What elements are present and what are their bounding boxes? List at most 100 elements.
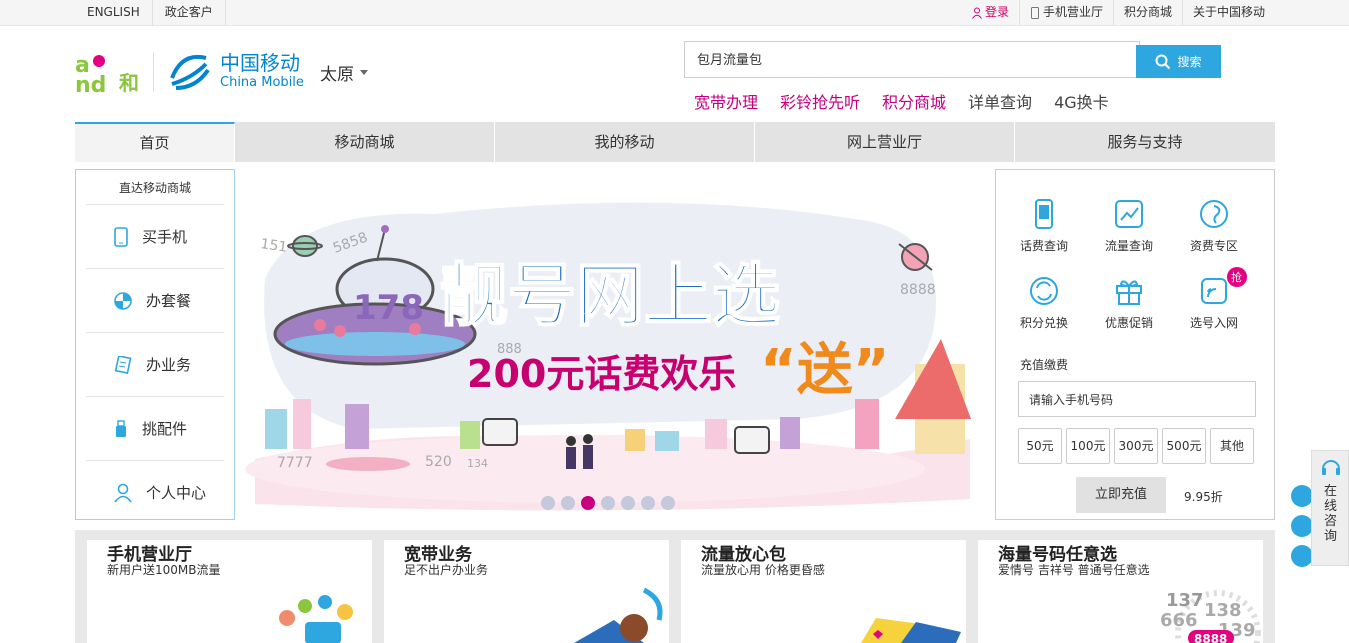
hot-link-bill[interactable]: 详单查询 [968,89,1032,113]
hot-link-points[interactable]: 积分商城 [882,89,946,113]
phone-icon [1030,6,1039,19]
login-link[interactable]: 登录 [962,0,1019,25]
shop-item-phone[interactable]: 买手机 [86,204,224,268]
promo-subtitle: 新用户送100MB流量 [107,563,221,577]
carousel-dot[interactable] [621,496,635,510]
edit-float-icon[interactable] [1291,545,1313,567]
service-data-query[interactable]: 流量查询 [1089,198,1169,254]
nav-service[interactable]: 服务与支持 [1015,122,1275,162]
banner-subline-emphasis: “送” [760,338,890,403]
service-label: 优惠促销 [1104,316,1153,330]
nav-my-mobile[interactable]: 我的移动 [495,122,755,162]
promo-strip: 手机营业厅 新用户送100MB流量 宽带业务 足不出户办业务 流量放心包 流量放… [75,530,1275,643]
shop-item-personal[interactable]: 个人中心 [86,460,224,524]
app-icons-illustration [279,595,353,643]
carousel-dot[interactable] [661,496,675,510]
banner-number: 520 [425,454,452,470]
service-label: 积分兑换 [1019,316,1068,330]
mobile-hall-link[interactable]: 手机营业厅 [1018,0,1113,25]
service-tariff[interactable]: 资费专区 [1174,198,1254,254]
logo-divider [153,52,154,92]
card-float-icon[interactable] [1291,515,1313,537]
hot-link-ringtone[interactable]: 彩铃抢先听 [780,89,860,113]
banner-number: 151 [259,236,288,256]
recharge-now-button[interactable]: 立即充值 [1076,477,1166,513]
hot-link-broadband[interactable]: 宽带办理 [694,89,758,113]
banner-number: 134 [467,457,488,470]
svg-text:抢: 抢 [1231,270,1242,284]
promo-card-broadband[interactable]: 宽带业务 足不出户办业务 [384,540,669,643]
carousel-dots [541,496,675,510]
plan-icon [114,291,132,310]
search-input[interactable]: 包月流量包 [684,41,1140,78]
about-link[interactable]: 关于中国移动 [1181,0,1275,25]
headset-icon [1322,460,1340,475]
service-label: 话费查询 [1019,239,1068,253]
shop-item-accessory[interactable]: 挑配件 [86,396,224,460]
person-icon [114,483,132,502]
phone-number-input[interactable]: 请输入手机号码 [1018,381,1256,417]
carousel-dot[interactable] [561,496,575,510]
hero-banner[interactable]: 178 151 5858 8888 7777 520 134 888 靓号网上选… [235,169,995,520]
service-points[interactable]: 积分兑换 [1004,275,1084,331]
service-promotions[interactable]: 优惠促销 [1089,275,1169,331]
hot-link-4g[interactable]: 4G换卡 [1054,89,1109,113]
points-mall-link[interactable]: 积分商城 [1112,0,1182,25]
and-he-logo[interactable]: a nd 和 [75,50,145,94]
english-link[interactable]: ENGLISH [75,0,153,25]
phone-bill-icon [1035,199,1053,229]
usb-drive-icon [116,419,126,437]
search-button[interactable]: 搜索 [1136,45,1221,78]
carousel-dot[interactable] [641,496,655,510]
city-selector[interactable]: 太原 [320,60,368,85]
banner-illustration: 178 151 5858 8888 7777 520 134 888 靓号网上选… [245,202,971,511]
data-pack-illustration [861,618,961,643]
promo-number: 137 [1166,590,1204,611]
user-icon [972,7,982,19]
search-icon [1155,54,1171,69]
service-label: 资费专区 [1189,239,1238,253]
shop-item-business[interactable]: 办业务 [86,332,224,396]
shop-item-label: 个人中心 [146,484,207,502]
banner-subline: 200元话费欢乐 [467,352,736,396]
nav-home[interactable]: 首页 [75,122,235,162]
nav-mall[interactable]: 移动商城 [235,122,495,162]
promo-card-mobile-hall[interactable]: 手机营业厅 新用户送100MB流量 [87,540,372,643]
exchange-icon [1030,277,1058,305]
shop-item-label: 办业务 [146,356,192,374]
top-utility-bar: ENGLISH 政企客户 登录 手机营业厅 积分商城 关于中国移动 [0,0,1349,26]
carousel-dot[interactable] [541,496,555,510]
shop-item-label: 办套餐 [146,292,192,310]
online-consult-widget[interactable]: 在线咨询 [1311,450,1349,566]
promo-card-data-pack[interactable]: 流量放心包 流量放心用 价格更昏感 [681,540,966,643]
service-balance[interactable]: 话费查询 [1004,198,1084,254]
amount-option-300[interactable]: 300元 [1114,428,1158,464]
promo-number: 8888 [1194,632,1227,643]
shop-item-plan[interactable]: 办套餐 [86,268,224,332]
promo-card-numbers[interactable]: 海量号码任意选 爱情号 吉祥号 普通号任意选 137 138 666 139 8… [978,540,1263,643]
shop-item-label: 买手机 [142,228,188,246]
city-label: 太原 [320,65,354,85]
amount-option-500[interactable]: 500元 [1162,428,1206,464]
carousel-dot-active[interactable] [581,496,595,510]
hot-links: 宽带办理 彩铃抢先听 积分商城 详单查询 4G换卡 [694,89,1109,113]
amount-option-100[interactable]: 100元 [1066,428,1110,464]
banner-number: 7777 [277,455,313,471]
shop-item-label: 挑配件 [142,420,188,438]
tariff-icon [1200,200,1228,228]
numbers-illustration: 137 138 666 139 8888 [1160,590,1261,643]
login-label: 登录 [984,5,1009,19]
enterprise-link[interactable]: 政企客户 [153,0,226,25]
amount-option-50[interactable]: 50元 [1018,428,1062,464]
nav-online-hall[interactable]: 网上营业厅 [755,122,1015,162]
promo-number: 666 [1160,610,1198,631]
carousel-dot[interactable] [601,496,615,510]
amount-option-other[interactable]: 其他 [1210,428,1254,464]
user-float-icon[interactable] [1291,485,1313,507]
promo-subtitle: 足不出户办业务 [404,563,489,577]
china-mobile-logo-icon[interactable] [166,48,212,94]
promo-subtitle: 流量放心用 价格更昏感 [701,563,825,577]
phone-icon [114,226,128,247]
agent-illustration [574,587,663,643]
service-label: 选号入网 [1189,316,1238,330]
